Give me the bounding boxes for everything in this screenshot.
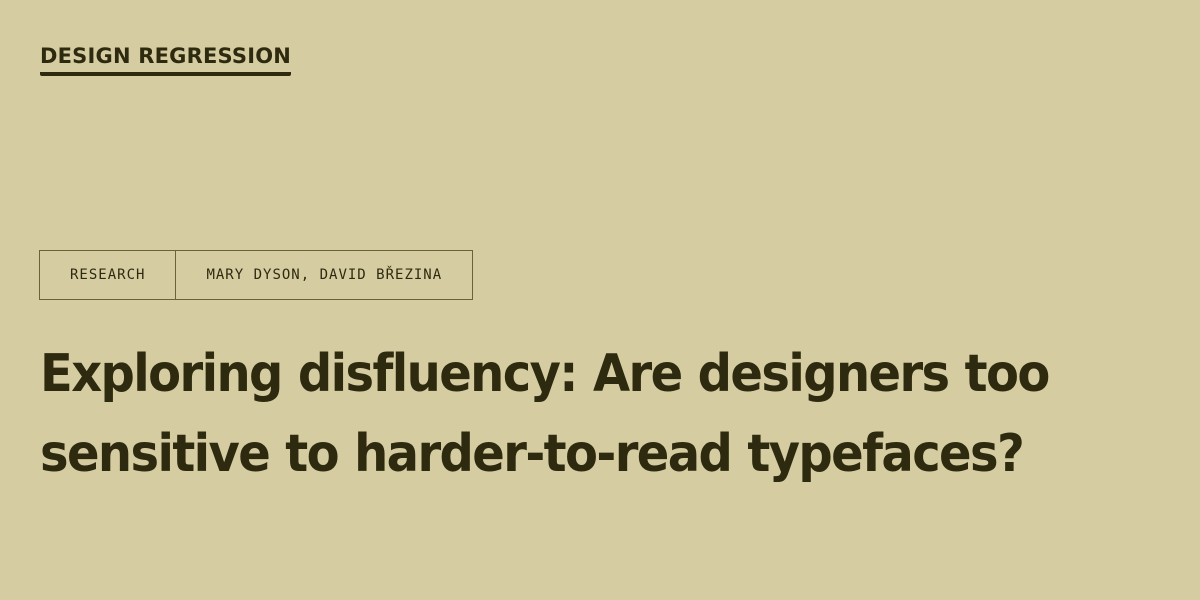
article-authors: MARY DYSON, DAVID BŘEZINA bbox=[175, 251, 472, 299]
article-title-line-2: sensitive to harder-to-read typefaces? bbox=[40, 423, 1025, 485]
article-title-line-1: Exploring disfluency: Are designers too bbox=[40, 343, 1050, 405]
site-brand-link[interactable]: DESIGN REGRESSION bbox=[40, 43, 292, 76]
article-meta-bar: RESEARCH MARY DYSON, DAVID BŘEZINA bbox=[39, 250, 474, 300]
category-tag[interactable]: RESEARCH bbox=[40, 251, 175, 299]
article-title: Exploring disfluency: Are designers too … bbox=[40, 334, 1160, 494]
